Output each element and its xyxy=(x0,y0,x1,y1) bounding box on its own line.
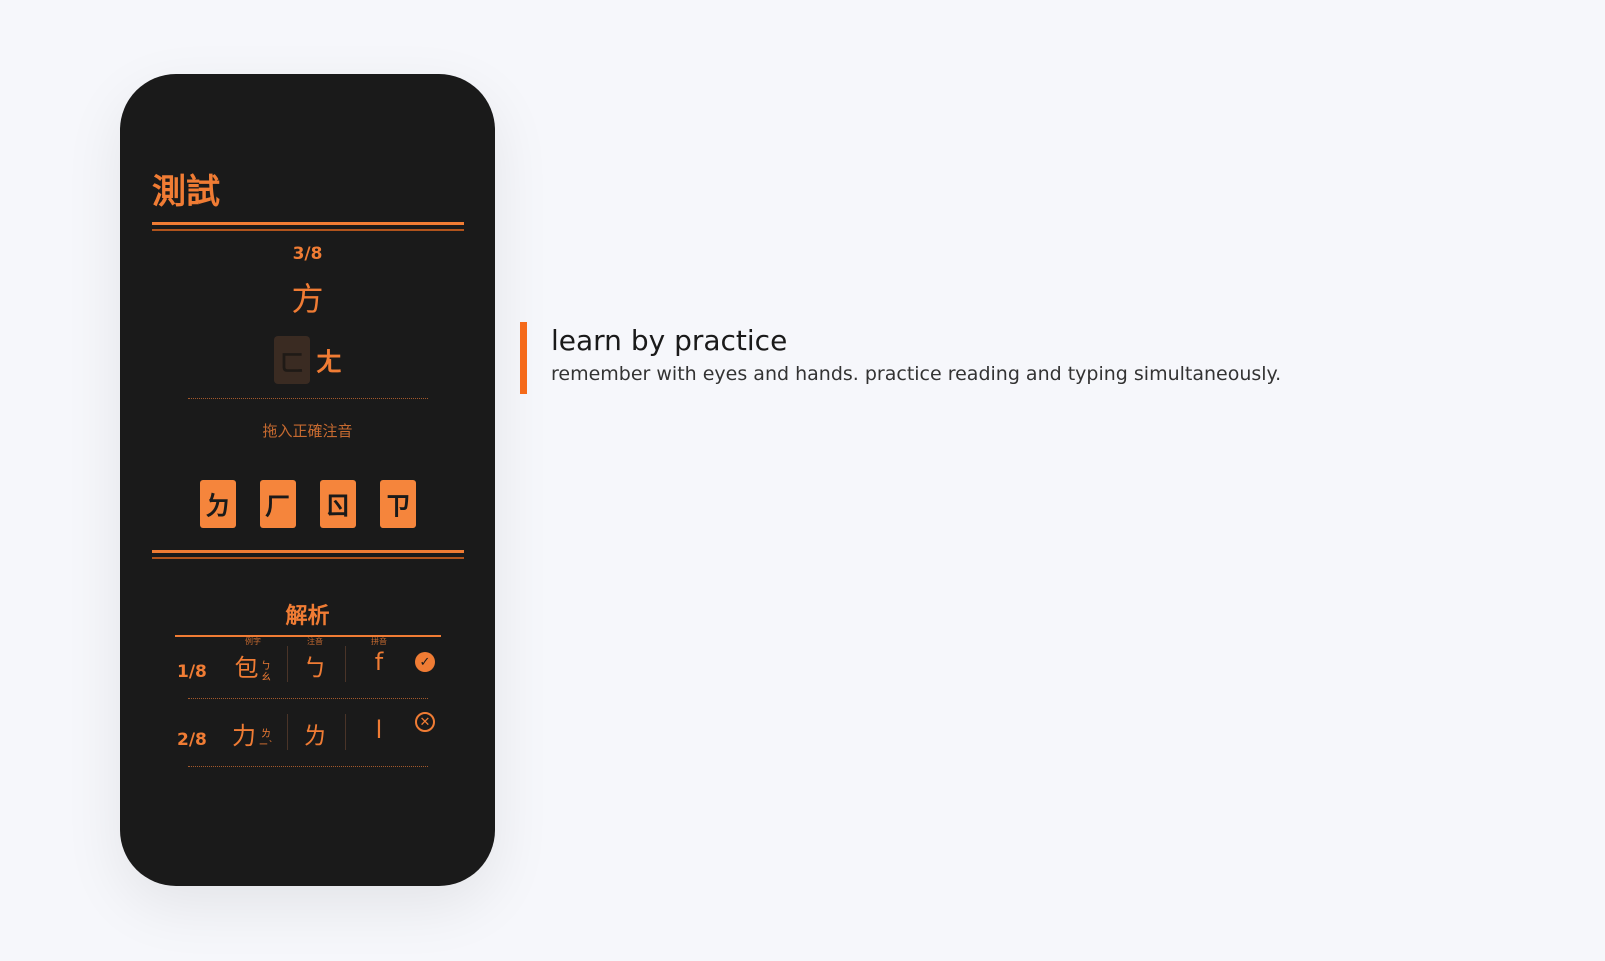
answer-filled: ㄤ xyxy=(316,347,343,378)
analysis-row: 1/8 例字包ㄅㄠ 注音ㄅ 拼音 f ✓ xyxy=(175,636,441,696)
x-circle-icon: ✕ xyxy=(415,712,435,732)
option-key[interactable]: ㄉ xyxy=(200,480,236,528)
divider xyxy=(152,550,464,559)
row-number: 2/8 xyxy=(177,730,207,750)
analysis-row: 2/8 力ㄌㄧˋ ㄌ l ✕ xyxy=(175,704,441,764)
header-pinyin: 拼音 xyxy=(371,637,387,646)
option-key[interactable]: ㄏ xyxy=(260,480,296,528)
example-zhuyin: ㄌㄧˋ xyxy=(258,728,274,751)
quiz-character: 方 xyxy=(291,280,324,318)
column-separator xyxy=(287,646,288,682)
header-zhuyin: 注音 xyxy=(307,637,323,646)
drag-hint: 拖入正確注音 xyxy=(262,422,353,440)
dotted-divider xyxy=(188,398,428,399)
feature-description: remember with eyes and hands. practice r… xyxy=(551,363,1282,385)
example-char: 力 xyxy=(232,722,256,750)
dotted-divider xyxy=(188,766,428,767)
example-char: 包 xyxy=(234,654,259,682)
zhuyin-value: ㄌ xyxy=(303,722,327,750)
header-example: 例字 xyxy=(245,637,261,646)
pinyin-value: l xyxy=(375,716,383,744)
option-keys: ㄉ ㄏ ㄖ ㄗ xyxy=(200,480,416,528)
phone-mockup: 測試 3/8 方 ㄈ ㄤ 拖入正確注音 ㄉ ㄏ ㄖ ㄗ 解析 1/8 例字包ㄅㄠ… xyxy=(120,74,495,886)
page-title: 測試 xyxy=(152,172,220,212)
zhuyin-value: ㄅ xyxy=(303,654,327,682)
dotted-divider xyxy=(188,698,428,699)
option-key[interactable]: ㄖ xyxy=(320,480,356,528)
analysis-title: 解析 xyxy=(285,604,330,629)
row-number: 1/8 xyxy=(177,662,207,682)
option-key[interactable]: ㄗ xyxy=(380,480,416,528)
feature-title: learn by practice xyxy=(551,324,788,357)
feature-callout: learn by practice remember with eyes and… xyxy=(520,322,1281,394)
column-separator xyxy=(345,714,346,750)
check-circle-icon: ✓ xyxy=(415,652,435,672)
quiz-progress: 3/8 xyxy=(292,244,323,264)
answer-area: ㄈ ㄤ xyxy=(274,336,342,384)
pinyin-value: f xyxy=(374,648,384,676)
column-separator xyxy=(287,714,288,750)
answer-drop-slot[interactable]: ㄈ xyxy=(274,336,310,384)
divider xyxy=(152,222,464,231)
column-separator xyxy=(345,646,346,682)
example-zhuyin: ㄅㄠ xyxy=(261,660,271,683)
